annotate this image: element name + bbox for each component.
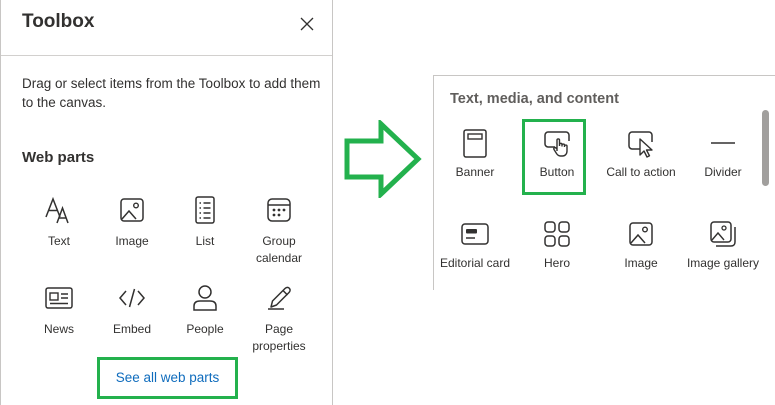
panel-item-editorial-card[interactable]: Editorial card xyxy=(435,219,515,272)
web-part-label: Text xyxy=(47,234,70,248)
image-gallery-icon xyxy=(710,221,736,247)
divider-icon xyxy=(711,142,735,144)
close-icon xyxy=(300,17,314,31)
web-part-text[interactable]: Text xyxy=(23,195,95,250)
panel-item-label: Banner xyxy=(455,165,495,179)
news-icon xyxy=(45,287,73,309)
panel-section-title: Text, media, and content xyxy=(450,91,619,107)
panel-item-label: Image gallery xyxy=(686,256,760,270)
person-icon xyxy=(193,285,217,311)
edit-icon xyxy=(268,286,291,310)
panel-item-label: Hero xyxy=(543,256,570,270)
web-part-group-calendar[interactable]: Group calendar xyxy=(243,195,315,267)
hero-icon xyxy=(544,221,570,247)
editorial-card-icon xyxy=(461,223,489,245)
image-icon xyxy=(120,198,144,222)
toolbox-panel: Toolbox Drag or select items from the To… xyxy=(0,0,333,405)
embed-icon xyxy=(119,288,145,308)
panel-item-call-to-action[interactable]: Call to action xyxy=(601,128,681,181)
web-part-label: Group calendar xyxy=(255,234,303,265)
toolbox-header: Toolbox xyxy=(1,0,332,56)
panel-item-label: Editorial card xyxy=(439,256,511,270)
web-part-news[interactable]: News xyxy=(23,283,95,338)
text-icon xyxy=(45,196,69,224)
panel-item-divider[interactable]: Divider xyxy=(683,128,763,181)
web-part-label: People xyxy=(186,322,224,336)
panel-item-label: Divider xyxy=(704,165,742,179)
web-part-people[interactable]: People xyxy=(169,283,241,338)
web-part-label: List xyxy=(195,234,215,248)
web-part-label: News xyxy=(43,322,74,336)
panel-scrollbar[interactable] xyxy=(762,110,769,186)
close-button[interactable] xyxy=(297,14,317,34)
panel-item-image-gallery[interactable]: Image gallery xyxy=(683,219,763,272)
banner-icon xyxy=(463,129,487,158)
list-icon xyxy=(195,196,215,224)
call-to-action-icon xyxy=(628,131,653,158)
text-media-content-panel: Text, media, and content Banner Button C… xyxy=(433,75,775,290)
panel-item-image[interactable]: Image xyxy=(601,219,681,272)
arrow-right-icon xyxy=(344,120,422,198)
panel-item-label: Image xyxy=(624,256,658,270)
panel-item-label: Call to action xyxy=(606,165,676,179)
image-icon xyxy=(629,222,653,246)
toolbox-title: Toolbox xyxy=(22,11,95,32)
panel-item-banner[interactable]: Banner xyxy=(435,128,515,181)
panel-item-hero[interactable]: Hero xyxy=(517,219,597,272)
see-all-highlight: See all web parts xyxy=(97,357,238,399)
web-part-label: Embed xyxy=(112,322,152,336)
toolbox-hint: Drag or select items from the Toolbox to… xyxy=(22,76,321,110)
panel-item-button[interactable]: Button xyxy=(517,128,597,181)
web-part-label: Image xyxy=(115,234,149,248)
calendar-icon xyxy=(267,198,291,222)
web-part-list[interactable]: List xyxy=(169,195,241,250)
web-parts-heading: Web parts xyxy=(22,149,95,166)
panel-item-label: Button xyxy=(539,165,575,179)
web-part-image[interactable]: Image xyxy=(96,195,168,250)
web-part-label: Page properties xyxy=(252,322,306,353)
see-all-web-parts-link[interactable]: See all web parts xyxy=(100,360,235,396)
web-part-page-properties[interactable]: Page properties xyxy=(243,283,315,355)
button-icon xyxy=(544,131,570,157)
web-part-embed[interactable]: Embed xyxy=(96,283,168,338)
